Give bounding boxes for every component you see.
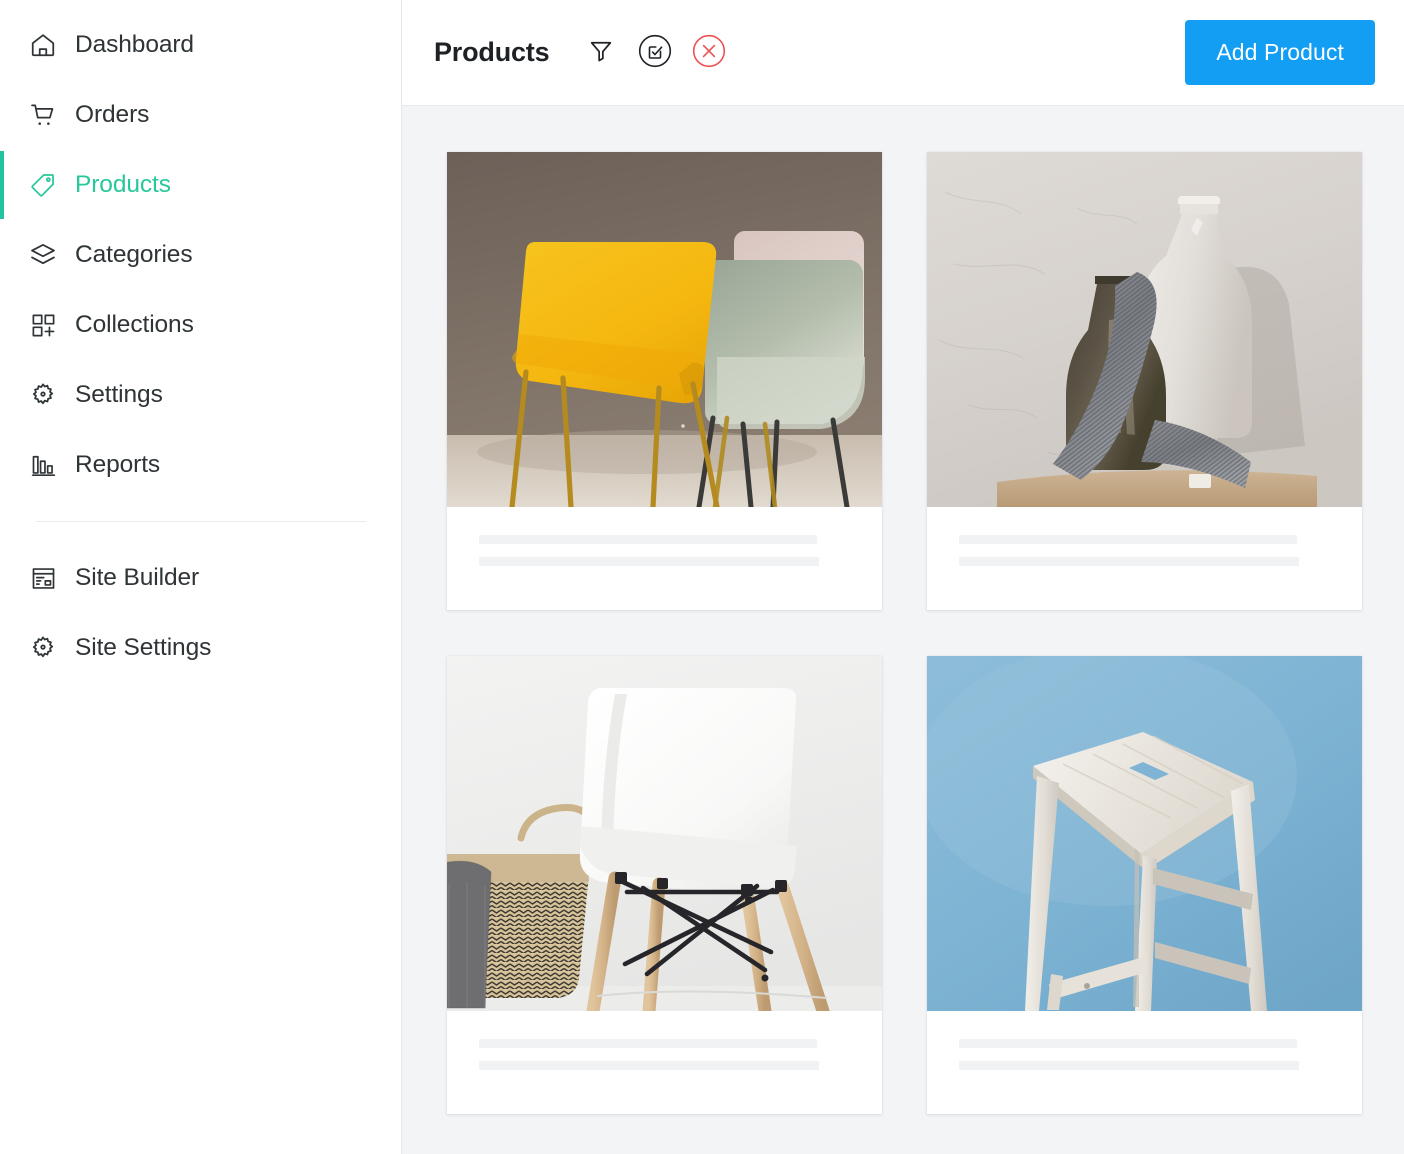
sidebar-item-label: Orders <box>75 101 150 128</box>
skeleton-line <box>959 1039 1297 1048</box>
product-image <box>447 152 882 507</box>
edit-select-icon <box>637 33 673 72</box>
header-toolbar <box>583 33 727 72</box>
product-card[interactable] <box>927 152 1362 610</box>
gear-icon <box>28 633 58 663</box>
sidebar-item-label: Products <box>75 171 171 198</box>
sidebar-item-label: Site Settings <box>75 634 212 661</box>
sidebar-item-label: Collections <box>75 311 194 338</box>
sidebar-item-label: Reports <box>75 451 161 478</box>
product-card[interactable] <box>447 152 882 610</box>
sidebar: Dashboard Orders Products Categories Col… <box>0 0 402 1154</box>
gear-icon <box>28 380 58 410</box>
product-grid <box>447 152 1362 1114</box>
product-card-body <box>447 507 882 610</box>
bar-chart-icon <box>28 450 58 480</box>
layout-icon <box>28 563 58 593</box>
product-card[interactable] <box>927 656 1362 1114</box>
white-bar-stool-illustration <box>927 656 1362 1011</box>
products-content <box>402 106 1404 1154</box>
close-circle-icon <box>691 33 727 72</box>
product-card-body <box>927 507 1362 610</box>
sidebar-item-orders[interactable]: Orders <box>0 80 401 150</box>
sidebar-item-label: Categories <box>75 241 193 268</box>
sidebar-item-site-settings[interactable]: Site Settings <box>0 613 401 683</box>
white-eames-chair-illustration <box>447 656 882 1011</box>
skeleton-line <box>479 557 819 566</box>
sidebar-divider <box>36 521 366 522</box>
product-image <box>927 656 1362 1011</box>
sidebar-secondary-nav: Site Builder Site Settings <box>0 543 401 683</box>
main-region: Products Add Product <box>402 0 1404 1154</box>
filter-icon <box>588 38 614 67</box>
tag-icon <box>28 170 58 200</box>
chairs-yellow-sage-illustration <box>447 152 882 507</box>
product-card[interactable] <box>447 656 882 1114</box>
vases-bottle-knit-illustration <box>927 152 1362 507</box>
skeleton-line <box>479 1061 819 1070</box>
skeleton-line <box>479 535 817 544</box>
grid-plus-icon <box>28 310 58 340</box>
product-image <box>927 152 1362 507</box>
sidebar-item-label: Dashboard <box>75 31 194 58</box>
sidebar-item-label: Settings <box>75 381 163 408</box>
sidebar-item-reports[interactable]: Reports <box>0 430 401 500</box>
close-circle-icon-button[interactable] <box>691 33 727 72</box>
skeleton-line <box>959 535 1297 544</box>
edit-select-icon-button[interactable] <box>637 33 673 72</box>
cart-icon <box>28 100 58 130</box>
app-root: Dashboard Orders Products Categories Col… <box>0 0 1404 1154</box>
sidebar-item-label: Site Builder <box>75 564 200 591</box>
skeleton-line <box>959 557 1299 566</box>
skeleton-line <box>479 1039 817 1048</box>
sidebar-item-categories[interactable]: Categories <box>0 220 401 290</box>
skeleton-line <box>959 1061 1299 1070</box>
sidebar-item-dashboard[interactable]: Dashboard <box>0 10 401 80</box>
sidebar-primary-nav: Dashboard Orders Products Categories Col… <box>0 10 401 500</box>
sidebar-item-site-builder[interactable]: Site Builder <box>0 543 401 613</box>
home-icon <box>28 30 58 60</box>
product-card-body <box>447 1011 882 1114</box>
page-header: Products Add Product <box>402 0 1404 106</box>
filter-icon-button[interactable] <box>583 35 619 71</box>
sidebar-item-products[interactable]: Products <box>0 150 401 220</box>
sidebar-item-settings[interactable]: Settings <box>0 360 401 430</box>
layers-icon <box>28 240 58 270</box>
sidebar-item-collections[interactable]: Collections <box>0 290 401 360</box>
product-image <box>447 656 882 1011</box>
page-title: Products <box>434 37 550 67</box>
add-product-button[interactable]: Add Product <box>1185 20 1375 85</box>
product-card-body <box>927 1011 1362 1114</box>
